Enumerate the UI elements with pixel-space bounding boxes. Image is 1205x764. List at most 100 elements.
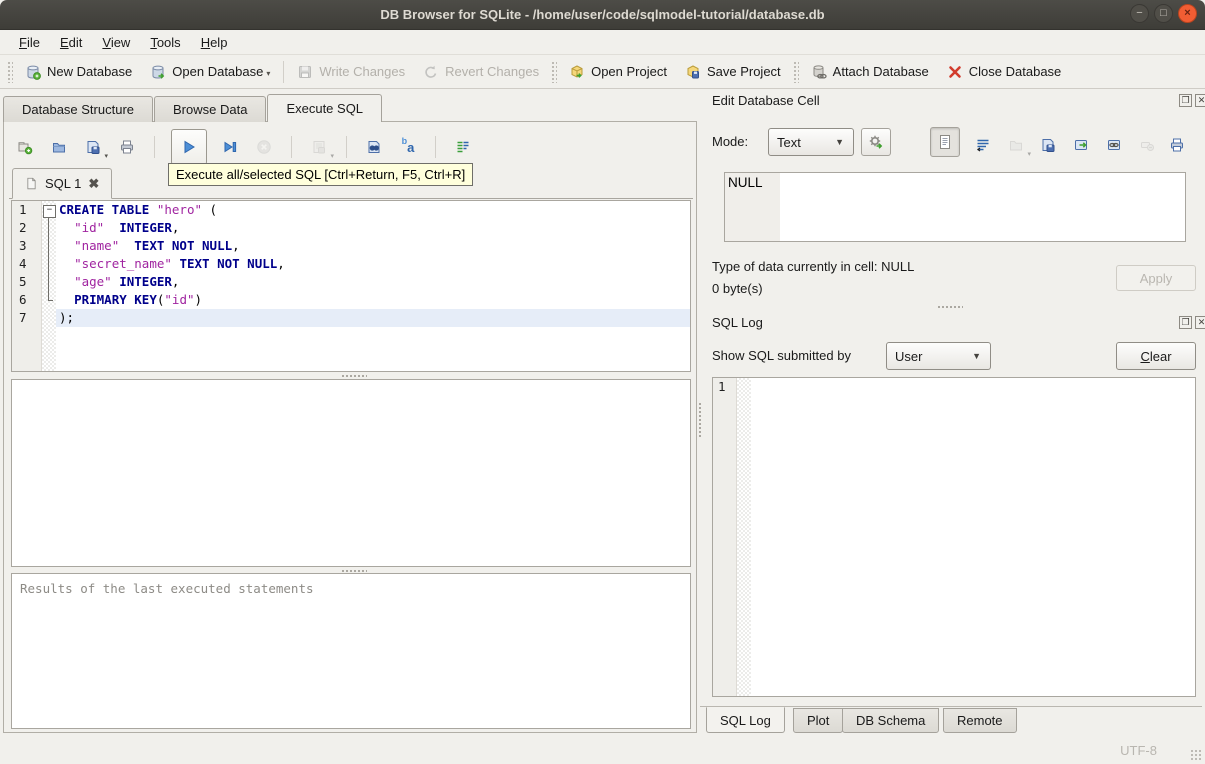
sql-toolbar-separator [435,136,436,158]
menu-help[interactable]: Help [192,32,237,53]
open-sql-tab-button[interactable] [14,136,36,158]
tab-db-schema[interactable]: DB Schema [842,708,940,733]
dock-splitter-handle[interactable] [930,304,970,309]
sql-file-tab[interactable]: SQL 1 ✖ [12,168,113,199]
open-sql-file-button[interactable] [48,136,70,158]
encoding-indicator[interactable]: UTF-8 [1120,743,1157,758]
tab-plot[interactable]: Plot [793,708,844,733]
fold-margin[interactable] [42,201,56,371]
new-database-label: New Database [47,64,133,79]
mode-label: Mode: [712,134,749,149]
resize-grip[interactable] [1190,749,1202,761]
close-dock-icon[interactable]: ✕ [1195,94,1205,107]
attach-database-icon [811,64,827,80]
sql-log-filter-select[interactable]: User ▼ [886,342,991,370]
attach-database-button[interactable]: Attach Database [802,59,938,85]
results-grid-pane[interactable] [11,379,691,567]
editor-line[interactable]: PRIMARY KEY("id") [56,291,690,309]
auto-apply-button[interactable] [861,128,891,156]
open-database-dropdown-icon[interactable]: ▾ [266,69,270,78]
editor-line[interactable]: "name" TEXT NOT NULL, [56,237,690,255]
tab-remote[interactable]: Remote [943,708,1017,733]
menu-tools[interactable]: Tools [141,32,189,53]
attach-database-label: Attach Database [832,64,929,79]
log-fold-margin [737,378,751,696]
save-project-button[interactable]: Save Project [676,59,790,85]
sql-editor[interactable]: 1 2 3 4 5 6 7 CREATE TABLE "hero" ( "id" INTEG… [11,200,691,372]
line-number: 1 [19,202,27,217]
edit-cell-dock-buttons: ❐ ✕ [1179,94,1205,107]
cell-value: NULL [728,175,763,190]
link-icon[interactable] [1103,134,1125,156]
close-tab-icon[interactable]: ✖ [88,176,99,192]
float-dock-icon[interactable]: ❐ [1179,316,1192,329]
title-bar[interactable]: DB Browser for SQLite - /home/user/code/… [0,0,1205,30]
open-project-button[interactable]: Open Project [560,59,676,85]
mode-value: Text [777,134,801,150]
open-project-icon [569,64,585,80]
menu-view[interactable]: View [93,32,139,53]
results-message-pane[interactable]: Results of the last executed statements [11,573,691,729]
revert-changes-button[interactable]: Revert Changes [414,59,548,85]
stop-execution-button[interactable] [253,136,275,158]
sql-toolbar-separator [291,136,292,158]
main-tab-bar: Database Structure Browse Data Execute S… [3,94,383,122]
editor-line[interactable]: CREATE TABLE "hero" ( [56,201,690,219]
autocomplete-icon[interactable]: ba [397,136,419,158]
text-view-toggle[interactable] [930,127,960,157]
cell-editor[interactable]: NULL [724,172,1186,242]
menu-file[interactable]: File [10,32,49,53]
tab-browse-data[interactable]: Browse Data [154,96,267,122]
import-cell-data-button[interactable]: ▾ [1005,134,1031,158]
open-database-button[interactable]: Open Database ▾ [141,59,279,85]
maximize-icon[interactable]: □ [1154,4,1173,23]
revert-changes-icon [423,64,439,80]
export-cell-data-button[interactable] [1037,134,1059,156]
clear-log-button[interactable]: Clear [1116,342,1196,370]
cell-size-info: 0 byte(s) [712,281,763,296]
sql-code-area[interactable]: CREATE TABLE "hero" ( "id" INTEGER, "nam… [56,201,690,371]
word-wrap-icon[interactable] [452,136,474,158]
editor-line[interactable]: ); [56,309,690,327]
open-project-label: Open Project [591,64,667,79]
execute-sql-button[interactable] [171,129,207,165]
close-database-button[interactable]: Close Database [938,59,1071,85]
tab-database-structure[interactable]: Database Structure [3,96,154,122]
new-database-button[interactable]: New Database [16,59,141,85]
toolbar-drag-handle[interactable] [7,60,13,83]
tab-execute-sql[interactable]: Execute SQL [267,94,383,122]
sql-log-view[interactable]: 1 [712,377,1196,697]
find-icon[interactable] [363,136,385,158]
save-sql-dropdown-icon[interactable]: ▾ [104,152,108,160]
fold-marker-icon[interactable] [42,201,56,219]
save-results-dropdown-icon[interactable]: ▾ [330,152,334,160]
close-dock-icon[interactable]: ✕ [1195,316,1205,329]
editor-line[interactable]: "age" INTEGER, [56,273,690,291]
menu-edit[interactable]: Edit [51,32,91,53]
tab-sql-log[interactable]: SQL Log [706,707,785,733]
fold-guide [42,219,56,237]
save-results-button[interactable]: ▾ [308,136,334,160]
save-project-label: Save Project [706,64,781,79]
close-icon[interactable]: × [1178,4,1197,23]
open-in-external-button[interactable] [1070,134,1092,156]
word-wrap-cell-icon[interactable] [972,134,994,156]
splitter-handle[interactable] [334,373,374,378]
editor-line[interactable]: "secret_name" TEXT NOT NULL, [56,255,690,273]
toolbar-drag-handle[interactable] [792,60,799,83]
save-sql-file-button[interactable]: ▾ [82,136,108,160]
sql-log-filter-value: User [895,348,923,364]
write-changes-button[interactable]: Write Changes [288,59,414,85]
print-cell-button[interactable] [1166,134,1188,156]
dock-splitter-handle[interactable] [697,400,702,440]
float-dock-icon[interactable]: ❐ [1179,94,1192,107]
toolbar-drag-handle[interactable] [551,60,558,83]
execute-current-line-button[interactable] [219,136,241,158]
save-project-icon [685,64,701,80]
editor-line[interactable]: "id" INTEGER, [56,219,690,237]
mode-select[interactable]: Text ▼ [768,128,854,156]
minimize-icon[interactable]: − [1130,4,1149,23]
set-null-button[interactable] [1136,134,1158,156]
apply-button[interactable]: Apply [1116,265,1196,291]
print-sql-button[interactable] [116,136,138,158]
